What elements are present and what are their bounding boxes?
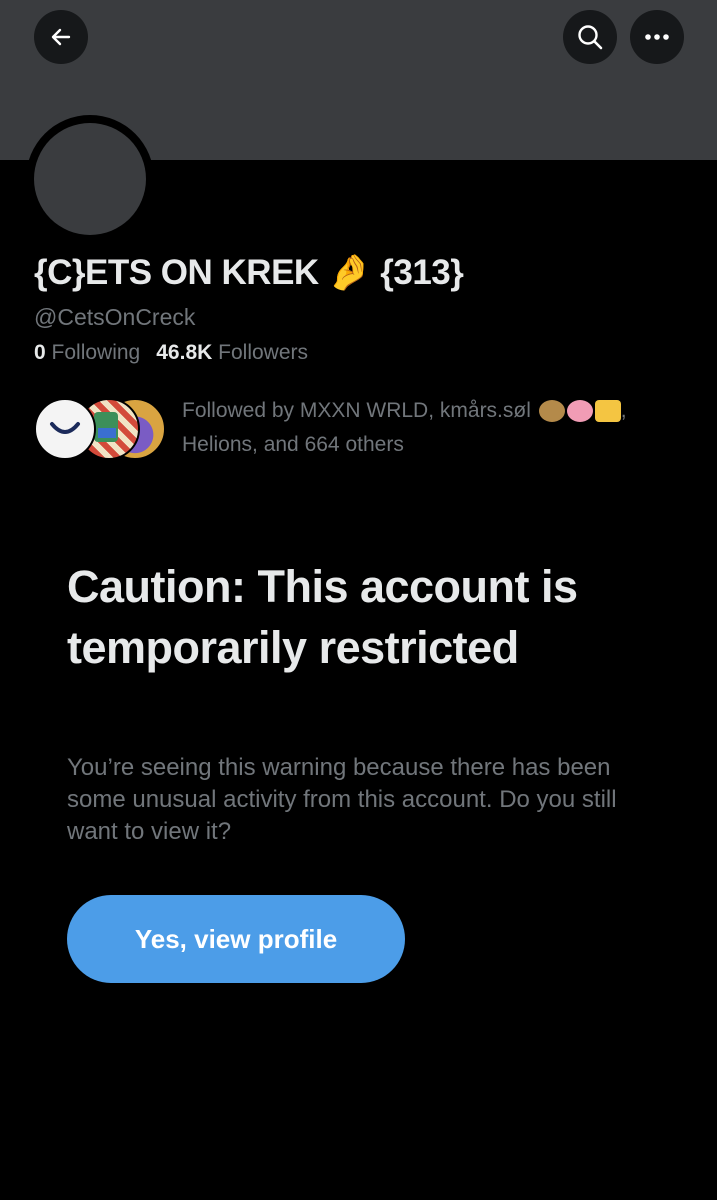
potato-emoji-icon: [538, 400, 565, 423]
following-count: 0: [34, 341, 46, 364]
restriction-warning-body: You’re seeing this warning because there…: [67, 754, 617, 845]
back-button[interactable]: [34, 10, 88, 64]
followed-by-line2: Helions, and 664 others: [182, 433, 404, 456]
followed-by-line1: Followed by MXXN WRLD, kmårs.søl: [182, 399, 531, 422]
mutual-followers-avatars[interactable]: [34, 398, 174, 460]
following-link[interactable]: 0 Following: [34, 341, 140, 364]
follow-stats: 0 Following 46.8K Followers: [34, 341, 308, 365]
followed-by-line1-tail: ,: [620, 399, 627, 422]
followers-label: Followers: [218, 341, 308, 364]
restriction-warning-title: Caution: This account is temporarily res…: [67, 561, 578, 673]
mutual-avatar: [34, 398, 96, 460]
search-button[interactable]: [563, 10, 617, 64]
more-horizontal-icon: [644, 33, 670, 41]
followed-by-text[interactable]: Followed by MXXN WRLD, kmårs.søl , Helio…: [182, 394, 692, 462]
followers-count: 46.8K: [156, 341, 213, 364]
view-profile-button[interactable]: Yes, view profile: [67, 895, 405, 983]
search-icon: [576, 23, 604, 51]
user-handle: @CetsOnCreck: [34, 304, 196, 330]
followers-link[interactable]: 46.8K Followers: [156, 341, 308, 364]
following-label: Following: [51, 341, 141, 364]
display-name: {C}ETS ON KREK 🤌 {313}: [34, 253, 464, 292]
view-profile-button-label: Yes, view profile: [134, 923, 338, 954]
brain-emoji-icon: [566, 400, 593, 423]
avatar[interactable]: [34, 123, 146, 235]
arrow-left-icon: [49, 25, 73, 49]
more-options-button[interactable]: [630, 10, 684, 64]
cheese-emoji-icon: [594, 400, 621, 423]
avatar-container[interactable]: [26, 115, 154, 243]
